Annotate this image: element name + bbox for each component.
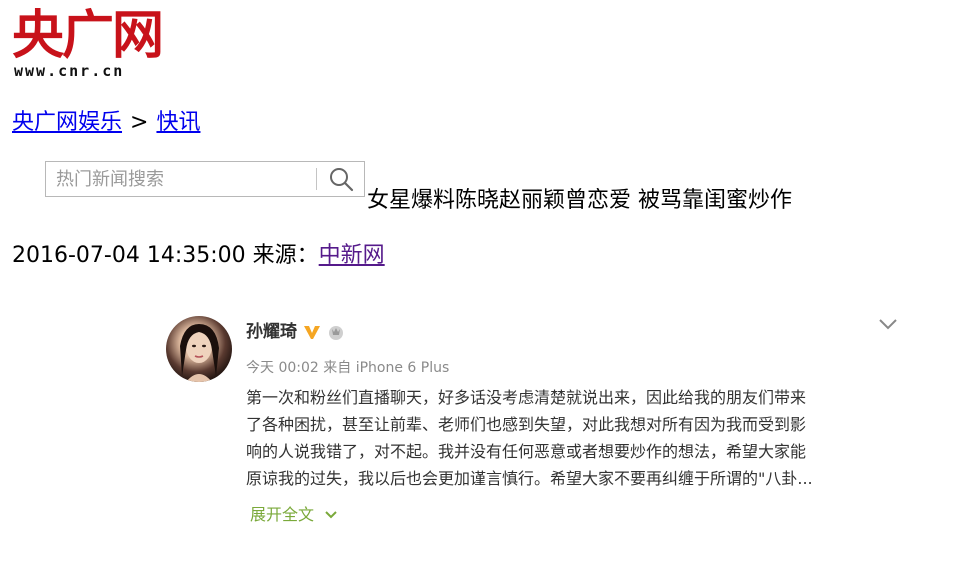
post-text-line: 原谅我的过失，我以后也会更加谨言慎行。希望大家不要再纠缠于所谓的"八卦... bbox=[246, 469, 813, 488]
article-timestamp: 2016-07-04 14:35:00 bbox=[12, 243, 246, 268]
expand-full-text-button[interactable]: 展开全文 bbox=[250, 503, 338, 527]
expand-chevron-icon bbox=[325, 511, 337, 519]
post-via: 来自 bbox=[323, 360, 352, 376]
post-text-line: 第一次和粉丝们直播聊天，好多话没考虑清楚就说出来，因此给我的朋友们带来 bbox=[246, 388, 807, 407]
search-icon bbox=[330, 168, 354, 192]
search-input[interactable] bbox=[46, 162, 316, 196]
chevron-down-icon[interactable] bbox=[877, 316, 899, 332]
breadcrumb-separator: > bbox=[130, 110, 149, 135]
weibo-post-text: 第一次和粉丝们直播聊天，好多话没考虑清楚就说出来，因此给我的朋友们带来 了各种困… bbox=[246, 384, 896, 492]
weibo-post-image: 孙耀琦 今天 00:02 来自 iPhone 6 Plus 第一次和粉丝们直播聊… bbox=[160, 306, 920, 546]
search-box bbox=[45, 161, 365, 197]
article-headline: 女星爆料陈晓赵丽颖曾恋爱 被骂靠闺蜜炒作 bbox=[367, 188, 792, 213]
logo-text: 央广网 bbox=[12, 5, 164, 66]
post-text-line: 了各种困扰，甚至让前辈、老师们也感到失望，对此我想对所有因为我而受到影 bbox=[246, 415, 807, 434]
breadcrumb: 央广网娱乐 > 快讯 bbox=[12, 108, 200, 138]
post-time: 今天 00:02 bbox=[246, 360, 319, 376]
post-device: iPhone 6 Plus bbox=[355, 360, 450, 376]
search-button[interactable] bbox=[318, 162, 364, 196]
weibo-username[interactable]: 孙耀琦 bbox=[246, 320, 297, 344]
weibo-user-row: 孙耀琦 bbox=[246, 320, 345, 344]
site-logo[interactable]: 央广网 www.cnr.cn bbox=[12, 5, 176, 81]
source-label: 来源： bbox=[252, 243, 319, 268]
member-badge-icon bbox=[327, 323, 345, 341]
expand-label: 展开全文 bbox=[250, 505, 315, 524]
post-text-line: 响的人说我错了，对不起。我并没有任何恶意或者想要炒作的想法，希望大家能 bbox=[246, 442, 807, 461]
article-meta: 2016-07-04 14:35:00 来源：中新网 bbox=[12, 241, 385, 271]
weibo-post-meta: 今天 00:02 来自 iPhone 6 Plus bbox=[246, 358, 449, 378]
search-divider bbox=[316, 168, 317, 190]
avatar-portrait-icon bbox=[180, 324, 219, 382]
avatar[interactable] bbox=[166, 316, 232, 382]
source-link[interactable]: 中新网 bbox=[319, 243, 385, 268]
breadcrumb-link-news-flash[interactable]: 快讯 bbox=[156, 110, 200, 135]
breadcrumb-link-entertainment[interactable]: 央广网娱乐 bbox=[12, 110, 122, 135]
verified-v-icon bbox=[303, 324, 321, 340]
